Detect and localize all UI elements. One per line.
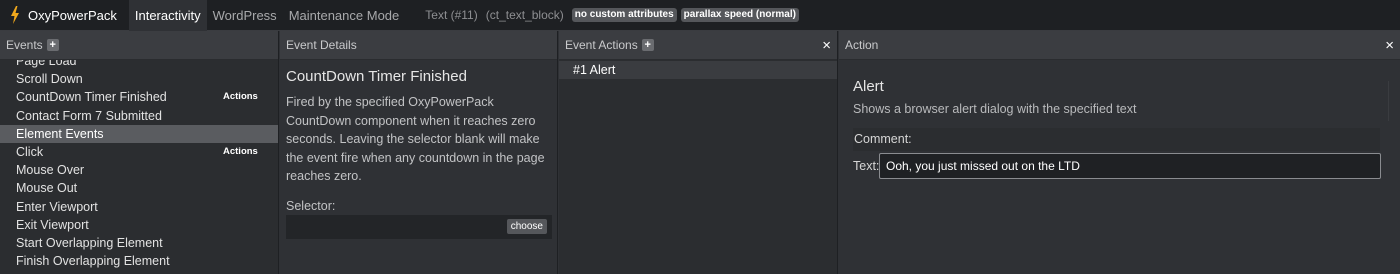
element-name: Text (#11) xyxy=(425,8,478,22)
comment-label: Comment: xyxy=(854,132,912,146)
event-label: CountDown Timer Finished xyxy=(16,90,167,105)
actions-tag: Actions xyxy=(223,91,258,103)
event-label: Click xyxy=(16,144,44,159)
event-click[interactable]: Click Actions xyxy=(0,143,278,161)
tab-maintenance-mode[interactable]: Maintenance Mode xyxy=(283,0,406,31)
text-label: Text: xyxy=(853,159,880,173)
event-enter-viewport[interactable]: Enter Viewport xyxy=(0,198,278,216)
badge-parallax-speed: parallax speed (normal) xyxy=(680,8,799,22)
app-logo[interactable]: OxyPowerPack xyxy=(0,0,129,31)
event-list: Page Load Scroll Down CountDown Timer Fi… xyxy=(0,60,278,274)
event-label: Finish Overlapping Element xyxy=(16,254,170,269)
events-panel: Events + Page Load Scroll Down CountDown… xyxy=(0,31,279,274)
tab-interactivity[interactable]: Interactivity xyxy=(128,0,207,31)
bolt-icon xyxy=(11,6,19,24)
action-title: Alert xyxy=(853,78,884,95)
event-finish-overlapping-element[interactable]: Finish Overlapping Element xyxy=(0,252,278,270)
event-details-panel: Event Details CountDown Timer Finished F… xyxy=(280,31,558,274)
event-details-body: CountDown Timer Finished Fired by the sp… xyxy=(280,60,557,247)
event-actions-panel: Event Actions + × #1 Alert xyxy=(559,31,838,274)
event-title: CountDown Timer Finished xyxy=(286,68,467,85)
action-body: Alert Shows a browser alert dialog with … xyxy=(839,60,1400,193)
choose-button[interactable]: choose xyxy=(506,218,547,234)
event-label: Element Events xyxy=(16,126,104,141)
event-page-load[interactable]: Page Load xyxy=(0,60,278,70)
actions-tag: Actions xyxy=(223,145,258,157)
events-header: Events + xyxy=(0,31,278,60)
event-label: Exit Viewport xyxy=(16,217,89,232)
close-icon[interactable]: × xyxy=(822,38,831,53)
action-panel: Action × Alert Shows a browser alert dia… xyxy=(839,31,1400,274)
event-actions-header: Event Actions + × xyxy=(559,31,837,60)
event-exit-viewport[interactable]: Exit Viewport xyxy=(0,216,278,234)
alert-text-input[interactable] xyxy=(879,153,1381,179)
event-details-header: Event Details xyxy=(280,31,557,60)
action-description: Shows a browser alert dialog with the sp… xyxy=(853,102,1137,116)
top-bar: OxyPowerPack Interactivity WordPress Mai… xyxy=(0,0,1400,31)
event-start-overlapping-element[interactable]: Start Overlapping Element xyxy=(0,234,278,252)
event-label: Scroll Down xyxy=(16,72,83,87)
selected-element-info: Text (#11) (ct_text_block) no custom att… xyxy=(425,8,803,22)
action-item-alert[interactable]: #1 Alert xyxy=(559,61,837,79)
add-event-icon[interactable]: + xyxy=(46,39,59,51)
add-action-icon[interactable]: + xyxy=(641,39,654,51)
event-mouse-over[interactable]: Mouse Over xyxy=(0,161,278,179)
text-row: Text: xyxy=(853,153,1386,179)
app-name: OxyPowerPack xyxy=(28,7,117,23)
selector-input[interactable]: choose xyxy=(286,214,552,239)
event-label: Contact Form 7 Submitted xyxy=(16,108,162,123)
event-label: Page Load xyxy=(16,60,77,68)
action-item-label: #1 Alert xyxy=(573,63,616,77)
event-description: Fired by the specified OxyPowerPack Coun… xyxy=(286,95,545,183)
event-label: Start Overlapping Element xyxy=(16,235,163,250)
event-actions-title: Event Actions xyxy=(565,38,638,52)
event-group-element-events[interactable]: Element Events xyxy=(0,124,278,143)
event-label: Enter Viewport xyxy=(16,199,98,214)
event-countdown-timer-finished[interactable]: CountDown Timer Finished Actions xyxy=(0,88,278,106)
event-mouse-out[interactable]: Mouse Out xyxy=(0,179,278,197)
event-scroll-down[interactable]: Scroll Down xyxy=(0,70,278,88)
tab-wordpress[interactable]: WordPress xyxy=(207,0,283,31)
event-details-title: Event Details xyxy=(286,38,357,52)
element-type: (ct_text_block) xyxy=(485,8,564,22)
event-contact-form-7-submitted[interactable]: Contact Form 7 Submitted xyxy=(0,107,278,125)
badge-custom-attributes: no custom attributes xyxy=(571,8,677,22)
selector-label: Selector: xyxy=(286,198,336,213)
event-label: Mouse Out xyxy=(16,181,78,196)
scrollbar[interactable] xyxy=(1388,81,1394,121)
action-header: Action × xyxy=(839,31,1400,60)
comment-field[interactable]: Comment: xyxy=(853,128,1380,151)
action-panel-title: Action xyxy=(845,38,879,52)
event-label: Mouse Over xyxy=(16,163,85,178)
events-title: Events xyxy=(6,38,43,52)
close-icon[interactable]: × xyxy=(1385,38,1394,53)
